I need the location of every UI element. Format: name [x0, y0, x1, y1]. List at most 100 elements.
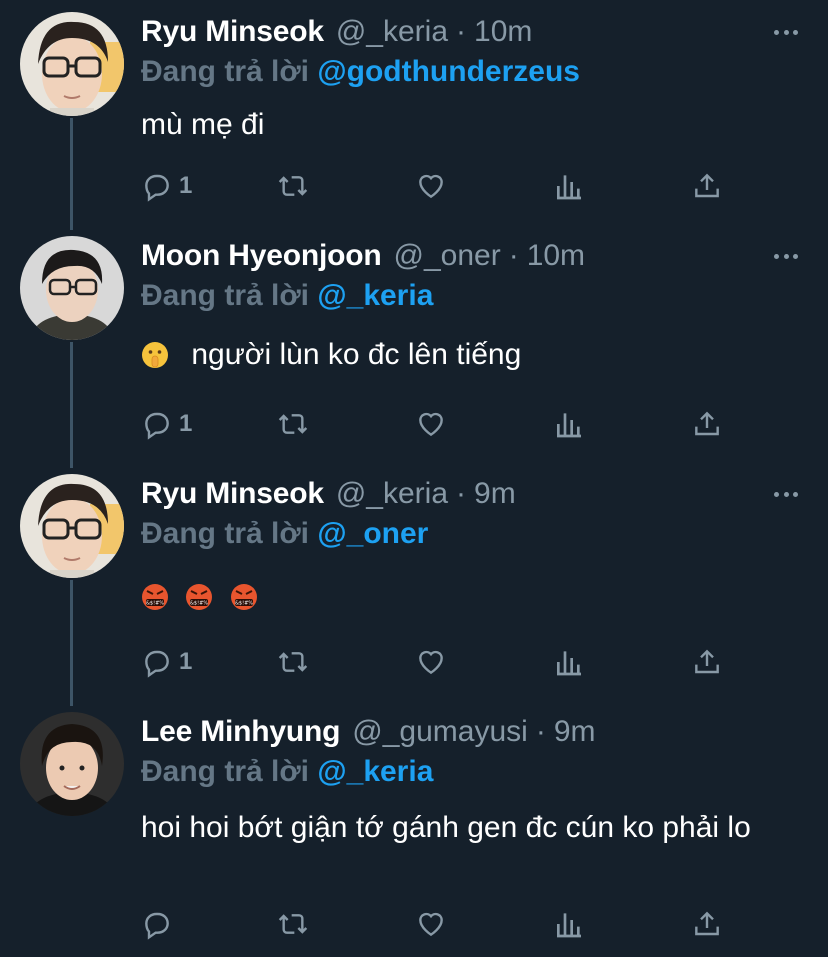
share-icon: [695, 411, 719, 436]
shushing-face-emoji: [142, 342, 168, 368]
retweet-button[interactable]: [277, 642, 309, 682]
share-icon: [695, 911, 719, 936]
avatar[interactable]: [20, 712, 124, 816]
replying-to-label: Đang trả lời: [141, 755, 310, 788]
timestamp[interactable]: 10m: [527, 236, 585, 276]
tweet[interactable]: Ryu Minseok @_keria · 10m Đang trả lời @…: [0, 12, 828, 212]
reply-count: 1: [179, 648, 193, 675]
retweet-icon: [278, 652, 308, 672]
svg-text:&$!#%: &$!#%: [235, 601, 253, 607]
display-name[interactable]: Moon Hyeonjoon: [141, 236, 382, 276]
action-bar: 1: [141, 404, 741, 444]
timestamp[interactable]: 9m: [474, 474, 516, 514]
like-button[interactable]: [415, 166, 447, 206]
analytics-icon: [557, 413, 581, 438]
like-button[interactable]: [415, 404, 447, 444]
tweet[interactable]: Moon Hyeonjoon @_oner · 10m Đang trả lời…: [0, 236, 828, 456]
tweet-body: người lùn ko đc lên tiếng: [141, 336, 801, 374]
share-button[interactable]: [691, 404, 723, 444]
like-button[interactable]: [415, 904, 447, 944]
analytics-icon: [557, 913, 581, 938]
separator-dot: ·: [456, 15, 467, 48]
angry-symbols-face-emoji: &$!#%: [230, 584, 257, 610]
avatar[interactable]: [20, 474, 124, 578]
action-bar: [141, 904, 741, 944]
tweet-header: Ryu Minseok @_keria · 9m: [141, 474, 516, 514]
retweet-button[interactable]: [277, 904, 309, 944]
replying-to-label: Đang trả lời: [141, 517, 310, 550]
like-icon: [419, 412, 443, 437]
display-name[interactable]: Lee Minhyung: [141, 712, 340, 752]
replying-to: Đang trả lời @_oner: [141, 514, 428, 554]
like-icon: [419, 912, 443, 937]
replying-to: Đang trả lời @godthunderzeus: [141, 52, 580, 92]
share-button[interactable]: [691, 904, 723, 944]
display-name[interactable]: Ryu Minseok: [141, 474, 324, 514]
like-icon: [419, 174, 443, 199]
timestamp[interactable]: 9m: [554, 712, 596, 752]
tweet-text: hoi hoi bớt giận tớ gánh gen đc cún ko p…: [141, 811, 751, 844]
reply-button[interactable]: [141, 904, 179, 944]
display-name[interactable]: Ryu Minseok: [141, 12, 324, 52]
handle[interactable]: @_keria: [336, 12, 448, 52]
share-icon: [695, 173, 719, 198]
separator-dot: ·: [456, 477, 467, 510]
tweet-text: mù mẹ đi: [141, 108, 265, 141]
reply-icon: [145, 650, 169, 678]
svg-text:&$!#%: &$!#%: [146, 601, 164, 607]
action-bar: 1: [141, 642, 741, 682]
reply-button[interactable]: 1: [141, 404, 192, 444]
more-icon[interactable]: [774, 492, 798, 498]
like-button[interactable]: [415, 642, 447, 682]
handle[interactable]: @_oner: [394, 236, 501, 276]
share-button[interactable]: [691, 166, 723, 206]
avatar[interactable]: [20, 12, 124, 116]
svg-text:&$!#%: &$!#%: [190, 601, 208, 607]
timestamp[interactable]: 10m: [474, 12, 532, 52]
more-icon[interactable]: [774, 30, 798, 36]
reply-button[interactable]: 1: [141, 642, 192, 682]
retweet-icon: [278, 414, 308, 434]
analytics-button[interactable]: [553, 166, 585, 206]
tweet[interactable]: Lee Minhyung @_gumayusi · 9m Đang trả lờ…: [0, 712, 828, 957]
retweet-icon: [278, 176, 308, 196]
replying-to-handle[interactable]: @_keria: [317, 279, 433, 312]
analytics-icon: [557, 175, 581, 200]
separator-dot: ·: [535, 715, 546, 748]
replying-to-handle[interactable]: @godthunderzeus: [317, 55, 580, 88]
replying-to: Đang trả lời @_keria: [141, 752, 433, 792]
handle[interactable]: @_keria: [336, 474, 448, 514]
reply-count: 1: [179, 410, 193, 437]
reply-count: 1: [179, 172, 193, 199]
analytics-icon: [557, 651, 581, 676]
retweet-button[interactable]: [277, 166, 309, 206]
analytics-button[interactable]: [553, 904, 585, 944]
reply-icon: [145, 412, 169, 440]
replying-to-handle[interactable]: @_oner: [317, 517, 428, 550]
tweet-header: Lee Minhyung @_gumayusi · 9m: [141, 712, 596, 752]
retweet-button[interactable]: [277, 404, 309, 444]
replying-to-label: Đang trả lời: [141, 55, 310, 88]
replying-to: Đang trả lời @_keria: [141, 276, 433, 316]
reply-icon: [145, 174, 169, 202]
analytics-button[interactable]: [553, 642, 585, 682]
replying-to-handle[interactable]: @_keria: [317, 755, 433, 788]
share-button[interactable]: [691, 642, 723, 682]
reply-button[interactable]: 1: [141, 166, 192, 206]
tweet-header: Moon Hyeonjoon @_oner · 10m: [141, 236, 585, 276]
tweet-body: &$!#% &$!#% &$!#%: [141, 578, 801, 616]
separator-dot: ·: [508, 239, 519, 272]
angry-symbols-face-emoji: &$!#%: [142, 584, 168, 610]
avatar[interactable]: [20, 236, 124, 340]
angry-symbols-face-emoji: &$!#%: [186, 584, 213, 610]
tweet[interactable]: Ryu Minseok @_keria · 9m Đang trả lời @_…: [0, 474, 828, 694]
like-icon: [419, 650, 443, 675]
analytics-button[interactable]: [553, 404, 585, 444]
action-bar: 1: [141, 166, 741, 206]
tweet-header: Ryu Minseok @_keria · 10m: [141, 12, 532, 52]
share-icon: [695, 649, 719, 674]
more-icon[interactable]: [774, 254, 798, 260]
tweet-text: người lùn ko đc lên tiếng: [191, 338, 522, 371]
reply-icon: [145, 912, 169, 940]
handle[interactable]: @_gumayusi: [352, 712, 528, 752]
